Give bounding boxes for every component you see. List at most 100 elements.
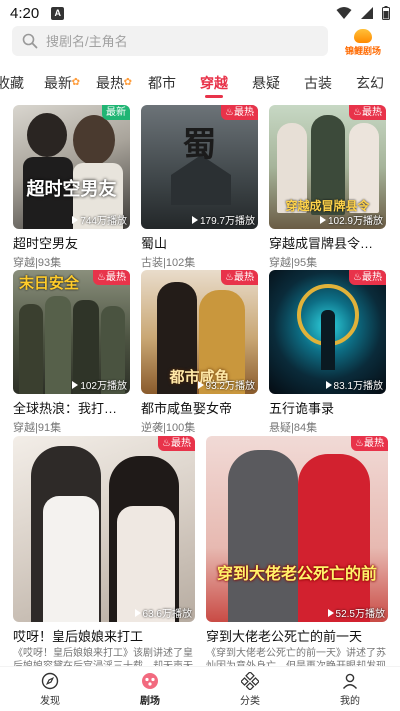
play-count-text: 52.5万播放 [335, 609, 385, 620]
header: 锦鲤剧场 [0, 26, 400, 62]
drama-genre: 穿越 [13, 422, 35, 434]
poster-art-text: 蜀 [182, 125, 217, 165]
drama-poster[interactable]: ♨最热 83.1万播放 [269, 270, 386, 394]
status-time: 4:20 [10, 4, 40, 22]
poster-art-text: 末日安全 [19, 274, 80, 292]
drama-episodes: 95集 [293, 257, 318, 269]
tab-fantasy[interactable]: 玄幻 [344, 68, 396, 102]
tab-costume[interactable]: 古装 [292, 68, 344, 102]
tab-label: 收藏 [0, 75, 24, 91]
tab-urban[interactable]: 都市 [136, 68, 188, 102]
drama-poster[interactable]: 蜀 ♨最热 179.7万播放 [141, 105, 258, 229]
tab-label: 最热 [96, 75, 124, 91]
hot-tag-text: 最热 [234, 107, 254, 118]
drama-episodes: 91集 [37, 422, 62, 434]
play-count: 83.1万播放 [325, 377, 383, 392]
flower-badge-icon: ✿ [71, 77, 80, 88]
categories-icon [241, 671, 259, 690]
drama-title: 超时空男友 [13, 236, 79, 251]
fire-icon: ♨ [353, 107, 362, 118]
drama-genre: 古装 [141, 257, 163, 269]
nav-label: 发现 [40, 695, 60, 707]
drama-grid-row-1: 超时空男友 最新 744万播放 超时空男友 穿越|93集 蜀 ♨最热 179.7… [13, 105, 388, 270]
play-icon [72, 215, 79, 224]
drama-genre: 逆袭 [141, 422, 163, 434]
search-input[interactable] [46, 33, 286, 49]
brand-logo[interactable]: 锦鲤剧场 [338, 28, 388, 58]
play-icon [191, 215, 198, 224]
featured-poster[interactable]: 穿到大佬老公死亡的前 ♨最热 52.5万播放 [206, 436, 388, 622]
play-icon [197, 380, 204, 389]
hot-tag-text: 最热 [362, 272, 382, 283]
drama-episodes: 93集 [37, 257, 62, 269]
tab-newest[interactable]: 最新 ✿ [32, 68, 84, 102]
drama-meta: 穿越|93集 [13, 257, 62, 269]
drama-card[interactable]: 蜀 ♨最热 179.7万播放 蜀山 古装|102集 [141, 105, 258, 270]
drama-poster[interactable]: 穿越成冒牌县令 ♨最热 102.9万播放 [269, 105, 386, 229]
fire-icon: ♨ [162, 438, 171, 449]
drama-episodes: 84集 [293, 422, 318, 434]
user-icon [342, 673, 358, 689]
drama-genre: 悬疑 [269, 422, 291, 434]
fire-icon: ♨ [353, 272, 362, 283]
tab-label: 古装 [304, 75, 332, 91]
play-count: 63.6万播放 [134, 605, 192, 620]
tab-label: 最新 [44, 75, 72, 91]
nav-theater[interactable]: 剧场 [100, 667, 200, 711]
compass-icon [41, 672, 59, 689]
status-indicators [336, 6, 390, 20]
drama-grid-row-2: 末日安全 ♨最热 102万播放 全球热浪：我打造了末日安全屋 穿越|91集 都市… [13, 270, 388, 435]
drama-poster[interactable]: 都市咸鱼 ♨最热 93.2万播放 [141, 270, 258, 394]
hot-tag: ♨最热 [93, 270, 130, 285]
fire-icon: ♨ [97, 272, 106, 283]
fire-icon: ♨ [225, 272, 234, 283]
featured-title: 哎呀！皇后娘娘来打工 [13, 629, 144, 644]
notification-app-icon: A [51, 6, 65, 20]
nav-profile[interactable]: 我的 [300, 667, 400, 711]
drama-card[interactable]: ♨最热 83.1万播放 五行诡事录 悬疑|84集 [269, 270, 386, 435]
drama-card[interactable]: 都市咸鱼 ♨最热 93.2万播放 都市咸鱼娶女帝 逆袭|100集 [141, 270, 258, 435]
featured-poster[interactable]: ♨最热 63.6万播放 [13, 436, 195, 622]
featured-card[interactable]: 穿到大佬老公死亡的前 ♨最热 52.5万播放 穿到大佬老公死亡的前一天 《穿到大… [206, 436, 388, 673]
tab-suspense[interactable]: 悬疑 [240, 68, 292, 102]
drama-title: 都市咸鱼娶女帝 [141, 401, 233, 416]
hot-tag-text: 最热 [362, 107, 382, 118]
featured-card[interactable]: ♨最热 63.6万播放 哎呀！皇后娘娘来打工 《哎呀！皇后娘娘来打工》该剧讲述了… [13, 436, 195, 673]
hot-tag: ♨最热 [349, 105, 386, 120]
nav-label: 我的 [340, 695, 360, 707]
featured-title: 穿到大佬老公死亡的前一天 [206, 629, 363, 644]
drama-genre: 穿越 [13, 257, 35, 269]
nav-label: 剧场 [140, 695, 160, 707]
play-count-text: 63.6万播放 [142, 609, 192, 620]
play-icon [325, 380, 332, 389]
drama-card[interactable]: 超时空男友 最新 744万播放 超时空男友 穿越|93集 [13, 105, 130, 270]
play-count-text: 179.7万播放 [199, 216, 255, 227]
signal-icon [361, 7, 373, 19]
nav-discover[interactable]: 发现 [0, 667, 100, 711]
tab-label: 玄幻 [356, 75, 384, 91]
play-count: 102.9万播放 [319, 212, 383, 227]
drama-genre: 穿越 [269, 257, 291, 269]
hot-tag: ♨最热 [221, 105, 258, 120]
tab-time-travel[interactable]: 穿越 [188, 68, 240, 102]
battery-icon [382, 6, 390, 20]
hot-tag-text: 最热 [364, 438, 384, 449]
drama-title: 蜀山 [141, 236, 168, 251]
play-icon [134, 608, 141, 617]
nav-categories[interactable]: 分类 [200, 667, 300, 711]
play-count: 179.7万播放 [191, 212, 255, 227]
tab-label: 穿越 [200, 75, 228, 91]
drama-card[interactable]: 末日安全 ♨最热 102万播放 全球热浪：我打造了末日安全屋 穿越|91集 [13, 270, 130, 435]
tab-favorites[interactable]: 收藏 [0, 68, 32, 102]
drama-card[interactable]: 穿越成冒牌县令 ♨最热 102.9万播放 穿越成冒牌县令救济苍生 穿越|95集 [269, 105, 386, 270]
tab-hottest[interactable]: 最热 ✿ [84, 68, 136, 102]
play-icon [327, 608, 334, 617]
nav-label: 分类 [240, 695, 260, 707]
drama-poster[interactable]: 超时空男友 最新 744万播放 [13, 105, 130, 229]
play-count-text: 93.2万播放 [205, 381, 255, 392]
drama-poster[interactable]: 末日安全 ♨最热 102万播放 [13, 270, 130, 394]
search-box[interactable] [12, 26, 328, 56]
flower-badge-icon: ✿ [123, 77, 132, 88]
fire-icon: ♨ [225, 107, 234, 118]
hot-tag-text: 最热 [106, 272, 126, 283]
